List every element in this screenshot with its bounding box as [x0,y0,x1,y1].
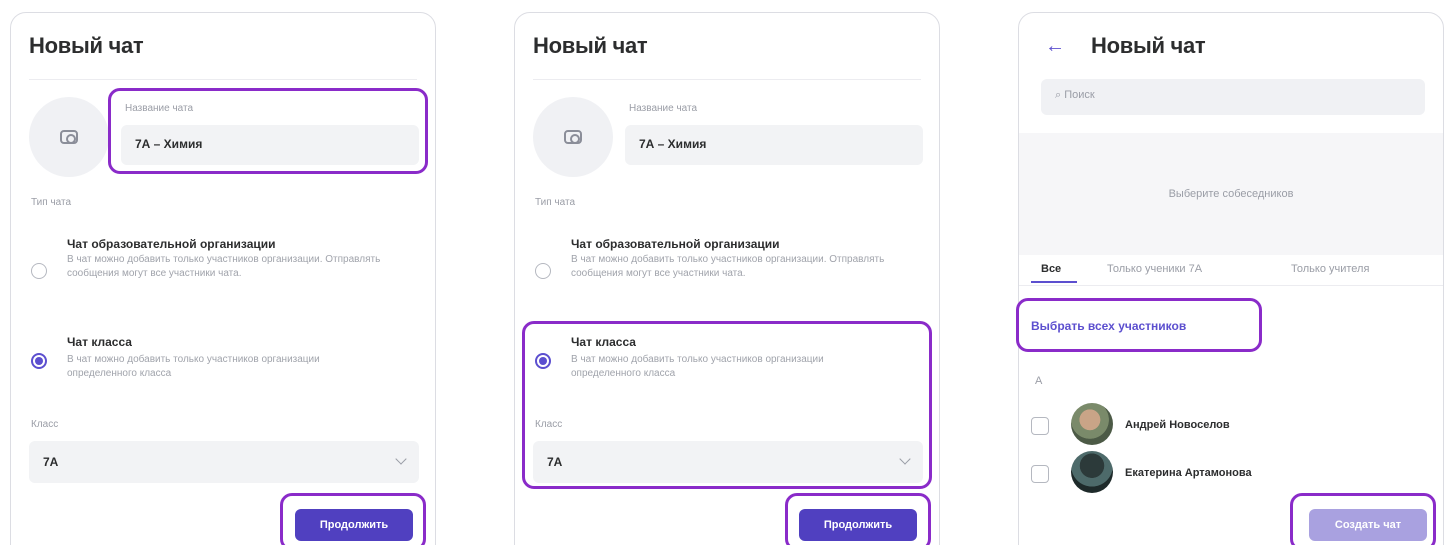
tab-all[interactable]: Все [1041,263,1061,275]
chat-name-input[interactable]: 7А – Химия [625,125,923,165]
chat-photo-upload[interactable] [533,97,613,177]
radio-org-chat[interactable] [31,263,47,279]
continue-button[interactable]: Продолжить [799,509,917,541]
empty-selection-hint: Выберите собеседников [1019,133,1443,255]
camera-icon [564,130,582,144]
participant-name: Андрей Новоселов [1125,419,1230,431]
search-icon: ⌕ [1055,89,1062,101]
avatar [1071,451,1113,493]
page-title: Новый чат [29,33,144,58]
new-chat-panel-step-3: ← Новый чат ⌕ Поиск Выберите собеседнико… [1018,12,1444,545]
chat-photo-upload[interactable] [29,97,109,177]
new-chat-panel-step-2: Новый чат Название чата 7А – Химия Тип ч… [514,12,940,545]
camera-icon [60,130,78,144]
option-class-desc: В чат можно добавить только участников о… [571,354,824,379]
tab-students-7a[interactable]: Только ученики 7А [1107,263,1202,275]
class-value: 7А [547,455,563,469]
radio-org-chat[interactable] [535,263,551,279]
chat-name-label: Название чата [629,103,698,114]
create-chat-button[interactable]: Создать чат [1309,509,1427,541]
page-title: Новый чат [533,33,648,58]
divider [1019,285,1443,286]
page-title: Новый чат [1091,33,1206,58]
new-chat-panel-step-1: Новый чат Название чата 7А – Химия Тип ч… [10,12,436,545]
option-org-title: Чат образовательной организации [571,237,780,251]
class-label: Класс [31,419,59,430]
group-letter: А [1035,375,1043,387]
tab-teachers[interactable]: Только учителя [1291,263,1369,275]
option-org-desc: В чат можно добавить только участников о… [571,254,885,279]
divider [533,79,921,80]
class-value: 7А [43,455,59,469]
chevron-down-icon [899,453,911,465]
empty-hint-text: Выберите собеседников [1168,188,1294,200]
radio-class-chat[interactable] [31,353,47,369]
arrow-left-icon[interactable]: ← [1045,35,1065,58]
select-all-button[interactable]: Выбрать всех участников [1031,319,1186,333]
chat-type-label: Тип чата [535,197,576,208]
chevron-down-icon [395,453,407,465]
search-input[interactable]: ⌕ Поиск [1041,79,1425,115]
divider [29,79,417,80]
option-org-title: Чат образовательной организации [67,237,276,251]
class-label: Класс [535,419,563,430]
option-class-title: Чат класса [571,335,636,349]
option-org-desc: В чат можно добавить только участников о… [67,254,381,279]
search-placeholder: Поиск [1064,89,1095,101]
active-tab-underline [1031,281,1077,283]
participant-name: Екатерина Артамонова [1125,467,1252,479]
participant-checkbox[interactable] [1031,417,1049,435]
option-class-title: Чат класса [67,335,132,349]
continue-button[interactable]: Продолжить [295,509,413,541]
chat-name-label: Название чата [125,103,194,114]
class-select[interactable]: 7А [29,441,419,483]
chat-type-label: Тип чата [31,197,72,208]
avatar [1071,403,1113,445]
participant-checkbox[interactable] [1031,465,1049,483]
option-class-desc: В чат можно добавить только участников о… [67,354,320,379]
radio-class-chat[interactable] [535,353,551,369]
chat-name-input[interactable]: 7А – Химия [121,125,419,165]
class-select[interactable]: 7А [533,441,923,483]
